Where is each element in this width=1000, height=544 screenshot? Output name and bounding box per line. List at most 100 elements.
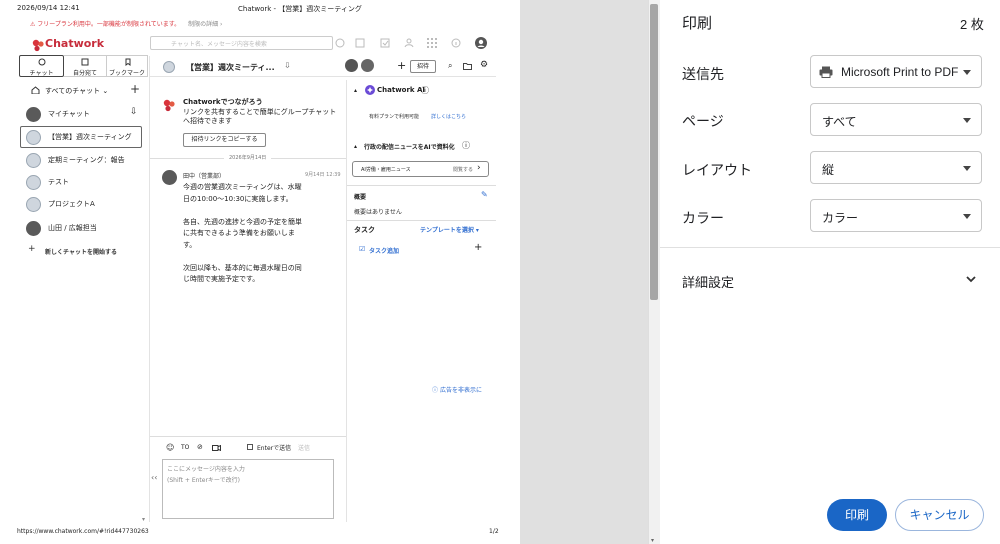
emoji-icon[interactable]: ☺ [166, 443, 174, 452]
pane-divider [149, 56, 150, 522]
attach-icon[interactable]: ⊘ [197, 443, 203, 451]
chat-list-item[interactable]: プロジェクトA [20, 194, 166, 216]
chatwork-logo-icon [31, 38, 45, 52]
collapse-chevron-icon[interactable]: ▴ [354, 87, 357, 94]
message-line: 今週の営業週次ミーティングは、水曜 [183, 183, 302, 191]
caret-down-icon [963, 70, 971, 75]
layout-select[interactable]: 縦 [810, 151, 982, 184]
add-task-link[interactable]: タスク追加 [369, 246, 399, 255]
chat-list-item-selected[interactable]: 【営業】週次ミーティング [20, 126, 142, 148]
search-input[interactable]: チャット名、メッセージ内容を検索 [150, 36, 333, 50]
ai-paid-link[interactable]: 詳しくはこちら [431, 113, 466, 120]
message-time: 9月14日 12:39 [305, 172, 341, 178]
tab-mentions[interactable]: 自分宛て [64, 55, 106, 77]
add-task-plus-icon[interactable]: + [474, 242, 482, 253]
ai-news-item[interactable]: AI労働・雇用ニュース 閲覧する › [352, 161, 489, 177]
pages-select[interactable]: すべて [810, 103, 982, 136]
avatar [26, 175, 41, 190]
destination-value: Microsoft Print to PDF [841, 65, 959, 79]
member-avatar [361, 59, 374, 72]
help-icon[interactable] [335, 38, 345, 48]
tab-bookmarks-label: ブックマーク [108, 70, 145, 77]
chat-list-item-label: プロジェクトA [48, 200, 95, 208]
edit-pencil-icon[interactable]: ✎ [481, 190, 488, 199]
section-divider [347, 185, 496, 186]
sender-avatar [162, 170, 177, 185]
contacts-icon[interactable] [404, 38, 414, 48]
destination-select[interactable]: Microsoft Print to PDF [810, 55, 982, 88]
bookmark-icon [124, 58, 132, 66]
print-settings-panel: 印刷 2 枚 送信先 Microsoft Print to PDF ページ すべ… [660, 0, 1000, 544]
pane-divider [346, 80, 347, 522]
message-input[interactable]: ここにメッセージ内容を入力 (Shift + Enterキーで改行) [162, 459, 334, 519]
banner-link[interactable]: 制限の詳細 › [188, 21, 222, 28]
task-title: タスク [354, 226, 375, 234]
task-check-icon[interactable] [380, 38, 390, 48]
collapse-left-icon[interactable]: ‹‹ [151, 473, 157, 482]
message-line: に共有できるよう準備をお願いしま [183, 229, 295, 237]
chat-icon [38, 58, 46, 66]
chat-list-item[interactable]: マイチャット ⇩ [20, 104, 166, 126]
mention-icon [81, 58, 89, 66]
invite-button[interactable]: 招待 [410, 60, 436, 73]
message-line: じ時間で実施予定です。 [183, 275, 260, 283]
chevron-right-icon: › [477, 163, 481, 173]
brand-name: Chatwork [45, 37, 105, 50]
preview-scrollbar-thumb[interactable] [650, 4, 658, 300]
chatwork-logo-icon [162, 98, 176, 112]
cancel-button[interactable]: キャンセル [895, 499, 984, 531]
help-icon[interactable]: ⓘ [421, 85, 429, 96]
section-divider [347, 220, 496, 221]
apps-grid-icon[interactable] [427, 38, 437, 48]
print-button[interactable]: 印刷 [827, 499, 887, 531]
task-template-label: テンプレートを選択 [420, 227, 474, 234]
help-icon[interactable]: ⓘ [462, 140, 470, 151]
info-icon[interactable] [451, 38, 461, 48]
scroll-down-arrow-icon[interactable]: ▾ [651, 537, 654, 544]
caret-down-icon [963, 214, 971, 219]
pin-icon[interactable]: ⇩ [130, 107, 138, 117]
task-check-icon: ☑ [359, 245, 366, 253]
inbox-icon[interactable] [355, 38, 365, 48]
add-chat-plus-icon[interactable]: + [130, 82, 140, 96]
message-line [183, 251, 302, 263]
gear-icon[interactable]: ⚙ [480, 60, 488, 70]
tab-chat[interactable]: チャット [19, 55, 64, 77]
chat-list-item[interactable]: テスト [20, 172, 166, 194]
hide-ad-link[interactable]: ⓘ 広告を非表示に [432, 385, 482, 394]
collapse-chevron-icon[interactable]: ▴ [354, 143, 357, 150]
add-member-plus-icon[interactable]: + [397, 59, 406, 72]
chevron-down-icon [966, 276, 976, 283]
message-line: 日の10:00～10:30に実施します。 [183, 194, 293, 203]
header-datetime: 2026/09/14 12:41 [17, 4, 80, 12]
composer-divider [150, 436, 346, 437]
message-line: 各自、先週の進捗と今週の予定を簡単 [183, 217, 302, 226]
chevron-down-icon: ⌄ [102, 87, 109, 95]
search-icon[interactable]: ⌕ [448, 61, 452, 71]
chat-list-item[interactable]: 定期ミーティング：報告 [20, 150, 166, 172]
task-template-select[interactable]: テンプレートを選択 ▾ [420, 225, 479, 234]
all-chats-filter[interactable]: すべてのチャット ⌄ [45, 86, 108, 96]
message-line [183, 205, 302, 217]
chat-list-item-label: 山田 / 広報担当 [48, 224, 97, 232]
to-button[interactable]: TO [181, 444, 189, 451]
copy-invite-link-button[interactable]: 招待リンクをコピーする [183, 133, 266, 147]
send-button[interactable]: 送信 [298, 443, 310, 452]
chat-list-item[interactable]: 山田 / 広報担当 [20, 218, 166, 240]
user-avatar-icon[interactable] [475, 37, 487, 49]
ai-news-item-label: AI労働・雇用ニュース [361, 167, 411, 173]
video-call-icon[interactable] [212, 445, 221, 451]
advanced-settings-toggle[interactable]: 詳細設定 [660, 262, 1000, 298]
pages-value: すべて [822, 115, 857, 129]
print-preview-sheet: 2026/09/14 12:41 Chatwork - 【営業】週次ミーティング… [0, 0, 520, 544]
info-icon: ⓘ [432, 387, 439, 394]
preview-background [520, 0, 648, 544]
color-select[interactable]: カラー [810, 199, 982, 232]
color-label: カラー [682, 210, 724, 226]
folder-icon[interactable] [463, 62, 472, 70]
enter-to-send-checkbox[interactable] [247, 444, 253, 450]
pin-icon[interactable]: ⇩ [284, 61, 291, 70]
new-chat-link[interactable]: 新しくチャットを開始する [45, 247, 117, 256]
tab-bookmarks[interactable]: ブックマーク [106, 55, 148, 77]
avatar [26, 130, 41, 145]
